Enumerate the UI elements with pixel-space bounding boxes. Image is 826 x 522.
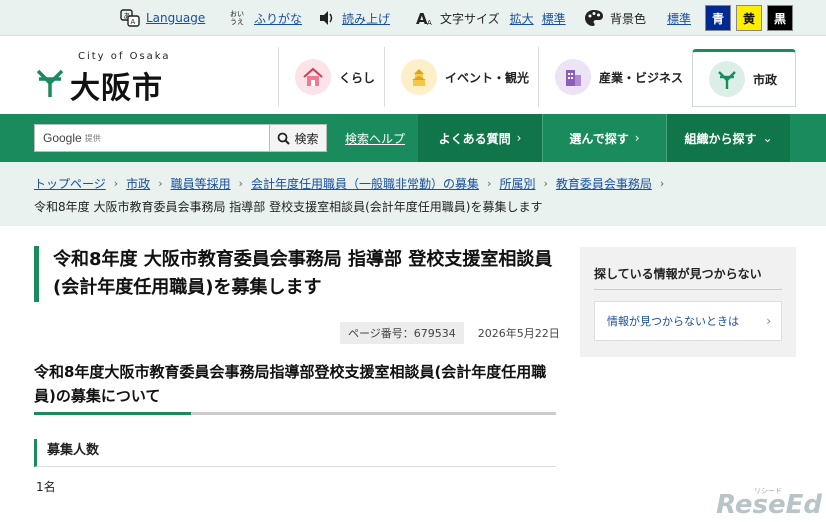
bg-standard-button[interactable]: 標準 [662, 5, 696, 31]
recruit-count: 1名 [36, 480, 56, 494]
google-brand: Google [43, 131, 82, 145]
building-icon [555, 59, 591, 95]
category-business[interactable]: 産業・ビジネス [538, 47, 688, 107]
city-mark-icon [709, 61, 745, 97]
furigana-icon: おいうえ [230, 10, 244, 26]
sidebar-title: 探している情報が見つからない [594, 267, 762, 281]
search-input[interactable]: Google 提供 [34, 124, 270, 152]
breadcrumb-link[interactable]: 所属別 [499, 174, 535, 194]
sidebar-divider [594, 289, 782, 290]
utility-bar: あA Language おいうえ ふりがな 読み上げ AA 文字サイズ 拡大 標… [0, 0, 826, 36]
chevron-right-icon: › [158, 177, 163, 190]
furigana-link[interactable]: おいうえ ふりがな [230, 0, 302, 36]
bg-color-label: 背景色 [610, 11, 647, 26]
breadcrumb-link[interactable]: 教育委員会事務局 [556, 174, 652, 194]
category-shisei[interactable]: 市政 [692, 49, 796, 107]
language-link[interactable]: あA Language [120, 0, 205, 36]
chevron-right-icon: › [659, 177, 665, 190]
bg-black-button[interactable]: 黒 [767, 5, 793, 31]
tab-faq[interactable]: よくある質問 › [418, 114, 542, 162]
breadcrumb-link[interactable]: 職員等採用 [171, 174, 231, 194]
osaka-logo[interactable]: City of Osaka 大阪市 [36, 49, 186, 106]
page-number: ページ番号：679534 [340, 322, 464, 344]
furigana-label: ふりがな [254, 11, 303, 26]
chevron-right-icon: › [634, 131, 640, 145]
speaker-icon [318, 10, 336, 26]
chevron-right-icon: › [766, 314, 771, 328]
section-divider-accent [34, 412, 191, 415]
font-size-control: AA 文字サイズ 拡大 標準 [416, 0, 566, 36]
subsection-heading: 募集人数 [34, 439, 556, 467]
breadcrumb-link[interactable]: 会計年度任用職員（一般職非常勤）の募集 [251, 174, 479, 194]
not-found-help-link[interactable]: 情報が見つからないときは › [594, 301, 782, 341]
section-heading: 令和8年度大阪市教育委員会事務局指導部登校支援室相談員(会計年度任用職員)の募集… [34, 363, 547, 405]
breadcrumb-link[interactable]: トップページ [34, 174, 106, 194]
house-icon [295, 59, 331, 95]
sidebar-help-box: 探している情報が見つからない 情報が見つからないときは › [580, 247, 796, 357]
page-date: 2026年5月22日 [477, 327, 560, 340]
read-aloud-label: 読み上げ [342, 11, 391, 26]
read-aloud-link[interactable]: 読み上げ [318, 0, 390, 36]
page-title-block: 令和8年度 大阪市教育委員会事務局 指導部 登校支援室相談員(会計年度任用職員)… [34, 246, 556, 302]
language-label: Language [146, 11, 206, 25]
bg-blue-button[interactable]: 青 [705, 5, 731, 31]
font-enlarge-button[interactable]: 拡大 [510, 10, 534, 27]
search-button[interactable]: 検索 [270, 124, 327, 152]
font-standard-button[interactable]: 標準 [542, 10, 566, 27]
global-nav: Google 提供 検索 検索ヘルプ よくある質問 › 選んで探す › 組織から… [0, 114, 826, 162]
search-help-link[interactable]: 検索ヘルプ [345, 130, 405, 147]
watermark: リシード ReseEd [716, 486, 822, 520]
chevron-right-icon: › [543, 177, 548, 190]
breadcrumb-current: 令和8年度 大阪市教育委員会事務局 指導部 登校支援室相談員(会計年度任用職員)… [34, 200, 543, 214]
page-meta: ページ番号：679534 2026年5月22日 [340, 322, 560, 344]
chevron-right-icon: › [113, 177, 119, 190]
tab-organization[interactable]: 組織から探す ⌄ [666, 114, 790, 162]
osaka-castle-icon [401, 59, 437, 95]
page-title: 令和8年度 大阪市教育委員会事務局 指導部 登校支援室相談員(会計年度任用職員)… [53, 249, 553, 298]
logo-name: 大阪市 [70, 71, 163, 106]
chevron-right-icon: › [516, 131, 522, 145]
breadcrumb-link[interactable]: 市政 [126, 174, 150, 194]
site-header: City of Osaka 大阪市 くらし イベント・観光 産業・ビジネス 市政 [0, 37, 826, 114]
chevron-down-icon: ⌄ [762, 131, 773, 145]
svg-text:A: A [427, 19, 432, 26]
miotsukushi-mark-icon [36, 67, 64, 101]
category-kurashi[interactable]: くらし [278, 47, 376, 107]
palette-icon [584, 9, 604, 27]
bg-color-control: 背景色 [584, 0, 646, 36]
search-icon [277, 132, 291, 145]
chevron-right-icon: › [238, 177, 244, 190]
translate-icon: あA [120, 9, 140, 27]
font-size-label: 文字サイズ [440, 11, 500, 26]
logo-english: City of Osaka [78, 51, 171, 62]
font-size-icon: AA [416, 10, 434, 26]
category-events[interactable]: イベント・観光 [384, 47, 534, 107]
tab-browse[interactable]: 選んで探す › [542, 114, 666, 162]
chevron-right-icon: › [487, 177, 492, 190]
google-brand-sub: 提供 [84, 133, 101, 143]
bg-yellow-button[interactable]: 黄 [736, 5, 762, 31]
svg-text:A: A [131, 18, 136, 26]
watermark-text: ReseEd [716, 490, 822, 520]
breadcrumb: トップページ › 市政 › 職員等採用 › 会計年度任用職員（一般職非常勤）の募… [0, 162, 826, 226]
